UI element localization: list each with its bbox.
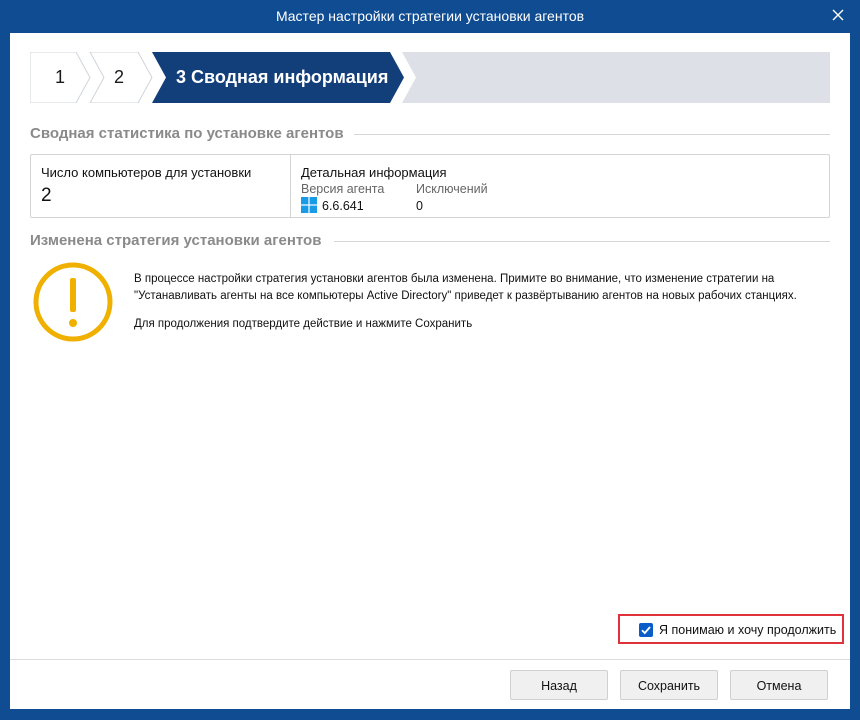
warning-line-3: Для продолжения подтвердите действие и н… [134,318,473,330]
exclusions-label: Исключений [416,182,488,196]
close-icon[interactable] [830,7,846,23]
windows-icon [301,197,317,213]
agent-version-label: Версия агента [301,182,385,196]
warning-message: В процессе настройки стратегия установки… [134,271,814,333]
confirm-checkbox[interactable] [639,623,653,637]
summary-stats-box: Число компьютеров для установки 2 Деталь… [30,154,830,218]
warning-section-title: Изменена стратегия установки агентов [30,232,322,249]
checkmark-icon [641,626,651,635]
warning-line-1: В процессе настройки стратегия установки… [134,273,775,285]
exclusions-value: 0 [416,199,423,213]
step-2-label[interactable]: 2 [114,67,124,88]
back-button[interactable]: Назад [510,670,608,700]
step-3-label: 3 Сводная информация [176,67,389,87]
cancel-button[interactable]: Отмена [730,670,828,700]
divider [334,241,830,242]
warning-icon [33,262,113,342]
confirm-label[interactable]: Я понимаю и хочу продолжить [659,623,836,637]
divider [354,134,830,135]
window-title: Мастер настройки стратегии установки аге… [275,8,585,24]
agent-version-value: 6.6.641 [322,199,364,213]
footer-divider [10,659,850,660]
step-1-label[interactable]: 1 [55,67,65,88]
stats-divider [290,155,291,217]
warning-line-2: "Устанавливать агенты на все компьютеры … [134,290,797,302]
wizard-stepper: 1 2 3 Сводная информация [30,52,830,103]
save-button[interactable]: Сохранить [620,670,718,700]
detail-info-title: Детальная информация [301,165,447,180]
title-bar: Мастер настройки стратегии установки аге… [0,0,860,32]
computers-count-value: 2 [41,185,52,206]
summary-section-header: Сводная статистика по установке агентов [30,125,830,145]
wizard-dialog: 1 2 3 Сводная информация Сводная статист… [10,33,850,709]
warning-section-header: Изменена стратегия установки агентов [30,232,830,252]
stepper-track [402,52,830,103]
summary-section-title: Сводная статистика по установке агентов [30,125,344,142]
confirm-highlight: Я понимаю и хочу продолжить [618,614,844,644]
computers-count-label: Число компьютеров для установки [41,165,252,180]
